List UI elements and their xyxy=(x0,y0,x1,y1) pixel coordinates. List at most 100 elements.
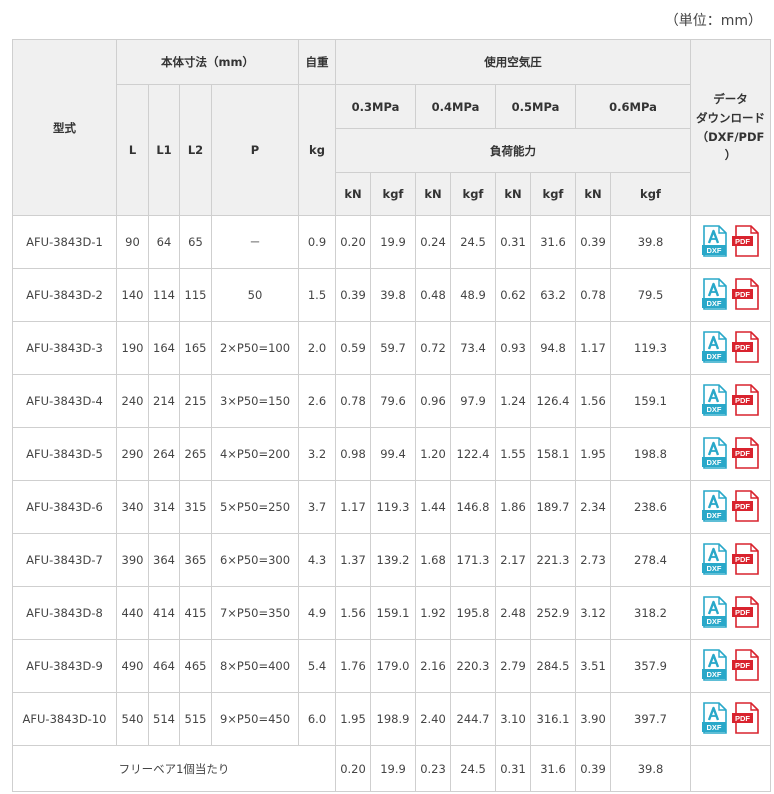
pdf-file-icon[interactable]: PDF xyxy=(732,383,759,419)
download-cell: DXF PDF xyxy=(690,586,771,640)
pdf-file-icon[interactable]: PDF xyxy=(732,648,759,684)
load-kn-cell: 0.31 xyxy=(495,215,531,269)
load-kgf-cell: 99.4 xyxy=(370,427,416,481)
table-row: AFU-3843D-3 190 164 165 2×P50=100 2.0 0.59 59.7… xyxy=(12,321,771,375)
load-kn-cell: 1.92 xyxy=(415,586,451,640)
dim-l-cell: 540 xyxy=(116,692,149,746)
model-cell: AFU-3843D-6 xyxy=(12,480,117,534)
table-row: AFU-3843D-4 240 214 215 3×P50=150 2.6 0.78 79.6… xyxy=(12,374,771,428)
load-kgf-cell: 79.6 xyxy=(370,374,416,428)
load-kgf-cell: 238.6 xyxy=(610,480,691,534)
dim-l2-cell: 465 xyxy=(179,639,212,693)
header-pressure-03: 0.3MPa xyxy=(335,84,416,129)
svg-text:DXF: DXF xyxy=(707,405,722,414)
dim-l2-cell: 515 xyxy=(179,692,212,746)
pdf-file-icon[interactable]: PDF xyxy=(732,542,759,578)
load-kn-cell: 1.95 xyxy=(335,692,371,746)
footer-kn-cell: 0.31 xyxy=(495,745,531,792)
header-L: L xyxy=(116,84,149,216)
header-kgf: kgf xyxy=(370,172,416,216)
svg-text:PDF: PDF xyxy=(735,608,750,617)
download-cell: DXF PDF xyxy=(690,533,771,587)
load-kn-cell: 1.76 xyxy=(335,639,371,693)
dxf-file-icon[interactable]: DXF xyxy=(702,436,727,472)
load-kgf-cell: 221.3 xyxy=(530,533,576,587)
dxf-file-icon[interactable]: DXF xyxy=(702,277,727,313)
pdf-file-icon[interactable]: PDF xyxy=(732,277,759,313)
load-kgf-cell: 278.4 xyxy=(610,533,691,587)
pdf-file-icon[interactable]: PDF xyxy=(732,224,759,260)
dxf-file-icon[interactable]: DXF xyxy=(702,595,727,631)
load-kn-cell: 0.20 xyxy=(335,215,371,269)
dxf-file-icon[interactable]: DXF xyxy=(702,383,727,419)
load-kn-cell: 1.95 xyxy=(575,427,611,481)
header-kN: kN xyxy=(575,172,611,216)
model-cell: AFU-3843D-1 xyxy=(12,215,117,269)
dim-l1-cell: 514 xyxy=(148,692,180,746)
dxf-file-icon[interactable]: DXF xyxy=(702,224,727,260)
dim-kg-cell: 1.5 xyxy=(298,268,336,322)
load-kgf-cell: 48.9 xyxy=(450,268,496,322)
load-kn-cell: 2.79 xyxy=(495,639,531,693)
svg-text:PDF: PDF xyxy=(735,343,750,352)
pdf-file-icon[interactable]: PDF xyxy=(732,701,759,737)
load-kn-cell: 1.44 xyxy=(415,480,451,534)
dim-l-cell: 440 xyxy=(116,586,149,640)
pdf-file-icon[interactable]: PDF xyxy=(732,330,759,366)
svg-text:PDF: PDF xyxy=(735,237,750,246)
table-row: AFU-3843D-2 140 114 115 50 1.5 0.39 39.8 0.48 48.… xyxy=(12,268,771,322)
load-kgf-cell: 79.5 xyxy=(610,268,691,322)
svg-text:DXF: DXF xyxy=(707,617,722,626)
load-kgf-cell: 159.1 xyxy=(610,374,691,428)
pdf-file-icon[interactable]: PDF xyxy=(732,595,759,631)
load-kn-cell: 1.24 xyxy=(495,374,531,428)
load-kgf-cell: 171.3 xyxy=(450,533,496,587)
dxf-file-icon[interactable]: DXF xyxy=(702,648,727,684)
load-kn-cell: 0.78 xyxy=(575,268,611,322)
dxf-file-icon[interactable]: DXF xyxy=(702,542,727,578)
load-kgf-cell: 252.9 xyxy=(530,586,576,640)
dim-l1-cell: 64 xyxy=(148,215,180,269)
dim-kg-cell: 0.9 xyxy=(298,215,336,269)
dim-kg-cell: 4.9 xyxy=(298,586,336,640)
load-kgf-cell: 195.8 xyxy=(450,586,496,640)
load-kn-cell: 0.96 xyxy=(415,374,451,428)
load-kn-cell: 3.90 xyxy=(575,692,611,746)
dim-p-cell: 8×P50=400 xyxy=(211,639,299,693)
pdf-file-icon[interactable]: PDF xyxy=(732,489,759,525)
load-kn-cell: 1.86 xyxy=(495,480,531,534)
dim-p-cell: 6×P50=300 xyxy=(211,533,299,587)
pdf-file-icon[interactable]: PDF xyxy=(732,436,759,472)
dxf-file-icon[interactable]: DXF xyxy=(702,701,727,737)
model-cell: AFU-3843D-10 xyxy=(12,692,117,746)
load-kn-cell: 2.40 xyxy=(415,692,451,746)
load-kgf-cell: 316.1 xyxy=(530,692,576,746)
load-kn-cell: 0.72 xyxy=(415,321,451,375)
dim-p-cell: 9×P50=450 xyxy=(211,692,299,746)
load-kn-cell: 1.56 xyxy=(575,374,611,428)
model-cell: AFU-3843D-4 xyxy=(12,374,117,428)
header-load-capacity: 負荷能力 xyxy=(335,128,691,173)
load-kn-cell: 1.37 xyxy=(335,533,371,587)
footer-kgf-cell: 39.8 xyxy=(610,745,691,792)
dim-l1-cell: 364 xyxy=(148,533,180,587)
dxf-file-icon[interactable]: DXF xyxy=(702,489,727,525)
load-kn-cell: 0.48 xyxy=(415,268,451,322)
model-cell: AFU-3843D-3 xyxy=(12,321,117,375)
svg-text:PDF: PDF xyxy=(735,502,750,511)
load-kgf-cell: 126.4 xyxy=(530,374,576,428)
dim-l2-cell: 65 xyxy=(179,215,212,269)
dim-kg-cell: 5.4 xyxy=(298,639,336,693)
dxf-file-icon[interactable]: DXF xyxy=(702,330,727,366)
load-kgf-cell: 139.2 xyxy=(370,533,416,587)
load-kgf-cell: 59.7 xyxy=(370,321,416,375)
dim-l-cell: 340 xyxy=(116,480,149,534)
model-cell: AFU-3843D-9 xyxy=(12,639,117,693)
load-kgf-cell: 122.4 xyxy=(450,427,496,481)
dim-kg-cell: 3.7 xyxy=(298,480,336,534)
footer-kgf-cell: 31.6 xyxy=(530,745,576,792)
header-air-pressure: 使用空気圧 xyxy=(335,39,691,85)
load-kn-cell: 0.24 xyxy=(415,215,451,269)
load-kn-cell: 2.48 xyxy=(495,586,531,640)
load-kn-cell: 1.55 xyxy=(495,427,531,481)
